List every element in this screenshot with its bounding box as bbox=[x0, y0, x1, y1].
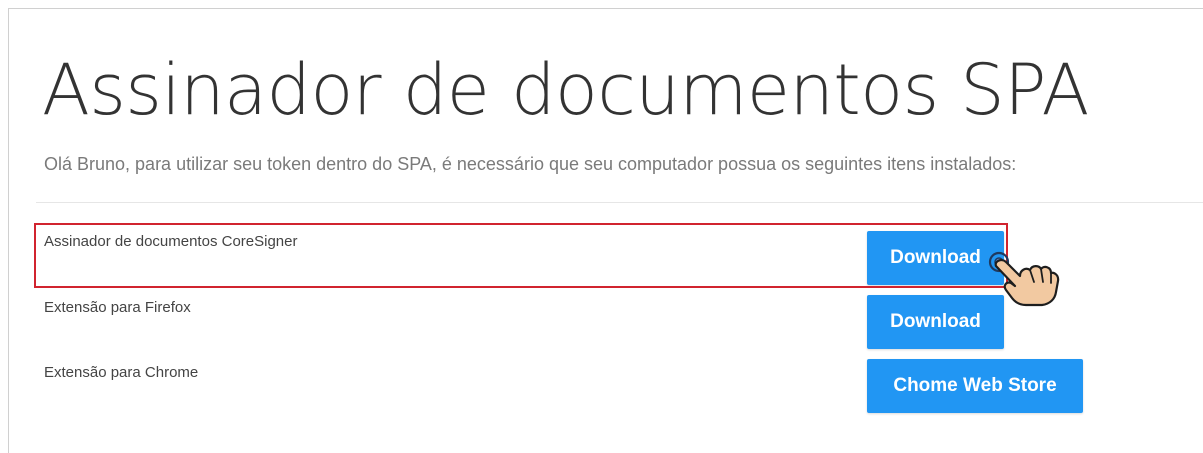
page: Assinador de documentos SPA Olá Bruno, p… bbox=[0, 0, 1203, 453]
item-label-chrome: Extensão para Chrome bbox=[44, 364, 199, 381]
chrome-web-store-button[interactable]: Chome Web Store bbox=[867, 359, 1083, 413]
hand-pointer-icon bbox=[988, 251, 1060, 307]
frame-border-top bbox=[8, 8, 1203, 9]
frame-border-left bbox=[8, 8, 9, 453]
item-label-firefox: Extensão para Firefox bbox=[44, 299, 191, 316]
page-subtitle: Olá Bruno, para utilizar seu token dentr… bbox=[44, 154, 1017, 174]
highlight-annotation bbox=[34, 223, 1008, 288]
page-title: Assinador de documentos SPA bbox=[42, 49, 1089, 131]
divider bbox=[36, 202, 1203, 203]
